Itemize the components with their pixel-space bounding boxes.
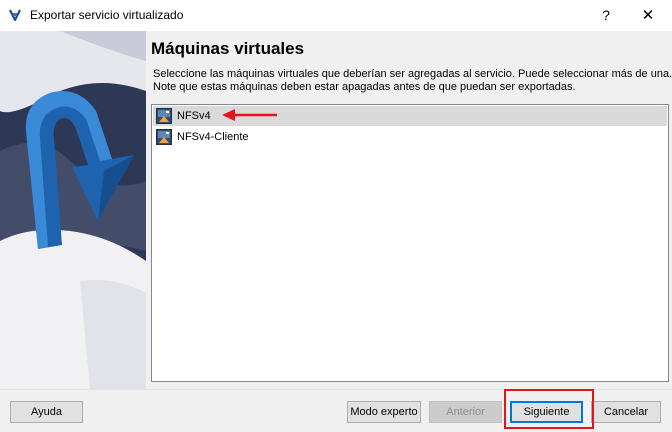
back-button[interactable]: Anterior — [429, 401, 502, 423]
vm-icon — [156, 129, 172, 145]
help-button[interactable]: Ayuda — [10, 401, 83, 423]
export-arrow-illustration — [0, 31, 146, 389]
description-line-1: Seleccione las máquinas virtuales que de… — [153, 68, 672, 80]
vm-name: NFSv4-Cliente — [177, 131, 249, 143]
footer-divider — [0, 389, 672, 390]
help-title-button[interactable]: ? — [592, 0, 620, 31]
virtualbox-icon — [9, 9, 21, 22]
title-bar: Exportar servicio virtualizado ? ✕ — [0, 0, 672, 31]
wizard-content: Máquinas virtuales Seleccione las máquin… — [146, 31, 672, 389]
window-title: Exportar servicio virtualizado — [30, 8, 184, 22]
description: Seleccione las máquinas virtuales que de… — [153, 68, 672, 94]
expert-mode-button[interactable]: Modo experto — [347, 401, 421, 423]
close-button[interactable]: ✕ — [624, 0, 672, 31]
page-title: Máquinas virtuales — [151, 39, 305, 58]
cancel-button[interactable]: Cancelar — [591, 401, 661, 423]
next-button[interactable]: Siguiente — [510, 401, 583, 423]
vm-icon — [156, 108, 172, 124]
annotation-arrow-icon — [222, 109, 277, 121]
vm-list-item-nfsv4-cliente[interactable]: NFSv4-Cliente — [153, 127, 667, 147]
description-line-2: Note que estas máquinas deben estar apag… — [153, 81, 576, 93]
vm-list[interactable]: NFSv4 NFSv4-Cliente — [151, 104, 669, 382]
wizard-side-image — [0, 31, 146, 389]
vm-name: NFSv4 — [177, 110, 211, 122]
